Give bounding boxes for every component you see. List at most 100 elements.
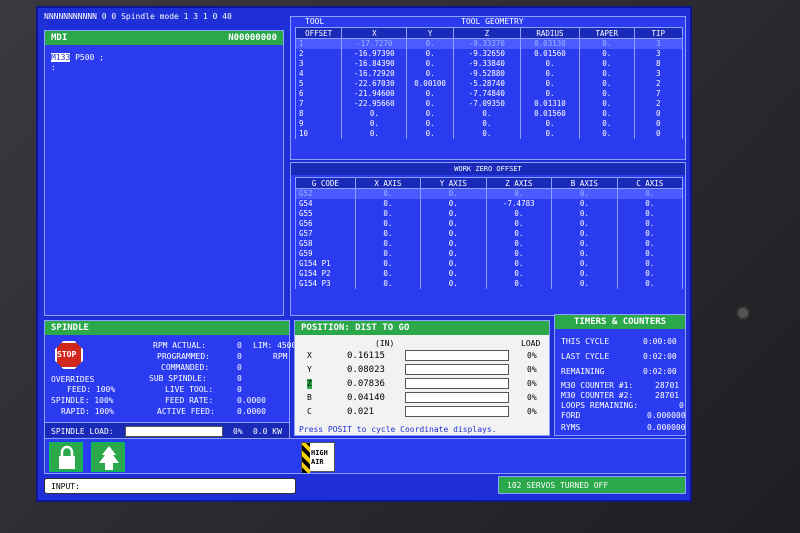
table-cell: 0. xyxy=(354,228,422,239)
work-offset-row[interactable]: G58 0. 0. 0. 0. 0. xyxy=(295,238,684,249)
programmed-value: 0 xyxy=(237,352,242,361)
work-offset-table: G CODE X AXIS Y AXIS Z AXIS B AXIS C AXIS G52 0… xyxy=(295,177,684,289)
table-cell: 0. xyxy=(354,198,422,209)
table-cell: 0. xyxy=(354,188,422,199)
loops-remaining-label: LOOPS REMAINING: xyxy=(561,401,639,410)
axis-load-bar xyxy=(405,350,509,361)
table-cell: 0. xyxy=(520,128,580,139)
table-cell: 0. xyxy=(520,68,580,79)
tool-row[interactable]: 7 -22.95660 0. -7.09350 0.01310 0. 2 xyxy=(294,98,684,109)
lock-button[interactable] xyxy=(49,442,83,472)
table-cell: -5.28740 xyxy=(452,78,522,89)
column-header: X AXIS xyxy=(354,177,422,189)
work-offset-row[interactable]: G57 0. 0. 0. 0. 0. xyxy=(295,228,684,239)
table-cell: 0. xyxy=(354,218,422,229)
table-cell: 0. xyxy=(420,248,487,259)
remaining-value: 0:02:00 xyxy=(643,367,677,376)
table-cell: 8 xyxy=(633,58,684,69)
work-offset-row[interactable]: G59 0. 0. 0. 0. 0. xyxy=(295,248,684,259)
table-cell: G154 P1 xyxy=(295,258,356,269)
tool-row[interactable]: 4 -16.72920 0. -9.52880 0. 0. 3 xyxy=(294,68,684,79)
table-cell: 0. xyxy=(406,108,454,119)
tool-row[interactable]: 10 0. 0. 0. 0. 0. 0 xyxy=(294,128,684,139)
table-cell: 0. xyxy=(406,118,454,129)
axis-label: X xyxy=(307,351,312,360)
high-air-indicator: HIGH AIR xyxy=(301,442,335,473)
table-cell: 0.01560 xyxy=(520,48,580,59)
status-line: NNNNNNNNNNN 0 0 Spindle mode 1 3 1 0 40 xyxy=(44,12,232,21)
tool-row[interactable]: 5 -22.67030 0.00100 -5.28740 0. 0. 2 xyxy=(294,78,684,89)
spindle-load-pct: 0% xyxy=(233,427,243,436)
table-cell: 0. xyxy=(452,118,522,129)
position-load-header: LOAD xyxy=(521,339,541,348)
table-cell: -21.94600 xyxy=(341,88,408,99)
table-cell: 4 xyxy=(294,68,343,79)
tool-row[interactable]: 2 -16.97390 0. -9.32650 0.01560 0. 3 xyxy=(294,48,684,59)
table-cell: 0. xyxy=(420,198,487,209)
axis-value: 0.16115 xyxy=(347,351,385,361)
tool-row[interactable]: 6 -21.94600 0. -7.74840 0. 0. 7 xyxy=(294,88,684,99)
lock-icon xyxy=(59,445,75,469)
tool-geometry-title: TOOL GEOMETRY xyxy=(461,17,524,26)
work-offset-row[interactable]: G154 P3 0. 0. 0. 0. 0. xyxy=(295,278,684,289)
input-field[interactable]: INPUT: xyxy=(44,478,296,494)
m30-counter-1-value: 28701 xyxy=(655,381,680,390)
tool-row[interactable]: 9 0. 0. 0. 0. 0. 0 xyxy=(294,118,684,129)
mdi-program-number: N00000000 xyxy=(228,33,277,43)
table-cell: 0. xyxy=(485,248,553,259)
column-header: X xyxy=(341,27,408,39)
work-offset-row[interactable]: G55 0. 0. 0. 0. 0. xyxy=(295,208,684,219)
remaining-label: REMAINING xyxy=(561,367,605,376)
ford-label: FORD xyxy=(561,411,581,420)
coolant-tree-button[interactable] xyxy=(91,442,125,472)
table-cell: 10 xyxy=(294,128,343,139)
table-cell: 0. xyxy=(485,228,553,239)
table-cell: 9 xyxy=(294,118,343,129)
table-cell: -22.95660 xyxy=(341,98,408,109)
rpm-limit: LIM: 4500 xyxy=(253,341,297,350)
table-cell: -16.84390 xyxy=(341,58,408,69)
mdi-title: MDI xyxy=(51,33,68,43)
work-offset-row[interactable]: G154 P2 0. 0. 0. 0. 0. xyxy=(295,268,684,279)
tool-row[interactable]: 8 0. 0. 0. 0.01560 0. 0 xyxy=(294,108,684,119)
table-cell: 0. xyxy=(420,228,487,239)
table-cell: 0. xyxy=(551,218,618,229)
ford-value: 0.000000 xyxy=(647,411,686,420)
status-message-box: 102 SERVOS TURNED OFF xyxy=(498,476,686,494)
table-cell: 0. xyxy=(420,258,487,269)
column-header: G CODE xyxy=(295,177,356,189)
tool-row[interactable]: 1 -17.7270 0. -9.33370 0.03130 0. 3 xyxy=(294,38,684,49)
cnc-screen: NNNNNNNNNNN 0 0 Spindle mode 1 3 1 0 40 … xyxy=(36,6,692,502)
table-cell: 0. xyxy=(452,128,522,139)
table-cell: 0. xyxy=(485,208,553,219)
table-cell: 0. xyxy=(578,98,635,109)
table-cell: 0. xyxy=(354,278,422,289)
table-cell: 0. xyxy=(341,108,408,119)
table-cell: 0. xyxy=(578,118,635,129)
column-header: OFFSET xyxy=(294,27,343,39)
work-offset-row[interactable]: G54 0. 0. -7.4783 0. 0. xyxy=(295,198,684,209)
tool-row[interactable]: 3 -16.84390 0. -9.33840 0. 0. 8 xyxy=(294,58,684,69)
axis-load-pct: 0% xyxy=(527,379,537,388)
tool-row-header: OFFSET X Y Z RADIUS TAPER TIP xyxy=(294,27,684,39)
rapid-override: RAPID: 100% xyxy=(61,407,114,416)
axis-load-bar xyxy=(405,392,509,403)
stop-label: STOP xyxy=(57,350,77,359)
column-header: Z xyxy=(452,27,522,39)
tool-tab[interactable]: TOOL xyxy=(305,17,324,27)
table-cell: 0. xyxy=(520,118,580,129)
axis-label: B xyxy=(307,393,312,402)
table-cell: 0. xyxy=(551,188,618,199)
work-offset-row[interactable]: G52 0. 0. 0. 0. 0. xyxy=(295,188,684,199)
mdi-panel[interactable]: MDI N00000000 M133 P500 ; : xyxy=(44,30,284,316)
work-offset-row[interactable]: G154 P1 0. 0. 0. 0. 0. xyxy=(295,258,684,269)
column-header: Z AXIS xyxy=(485,177,553,189)
column-header: C AXIS xyxy=(616,177,684,189)
work-offset-row[interactable]: G56 0. 0. 0. 0. 0. xyxy=(295,218,684,229)
spindle-load-bar xyxy=(125,426,223,437)
table-cell: 0 xyxy=(633,108,684,119)
axis-value: 0.04140 xyxy=(347,393,385,403)
table-cell: G58 xyxy=(295,238,356,249)
table-cell: 0. xyxy=(616,198,684,209)
table-cell: 0. xyxy=(354,238,422,249)
